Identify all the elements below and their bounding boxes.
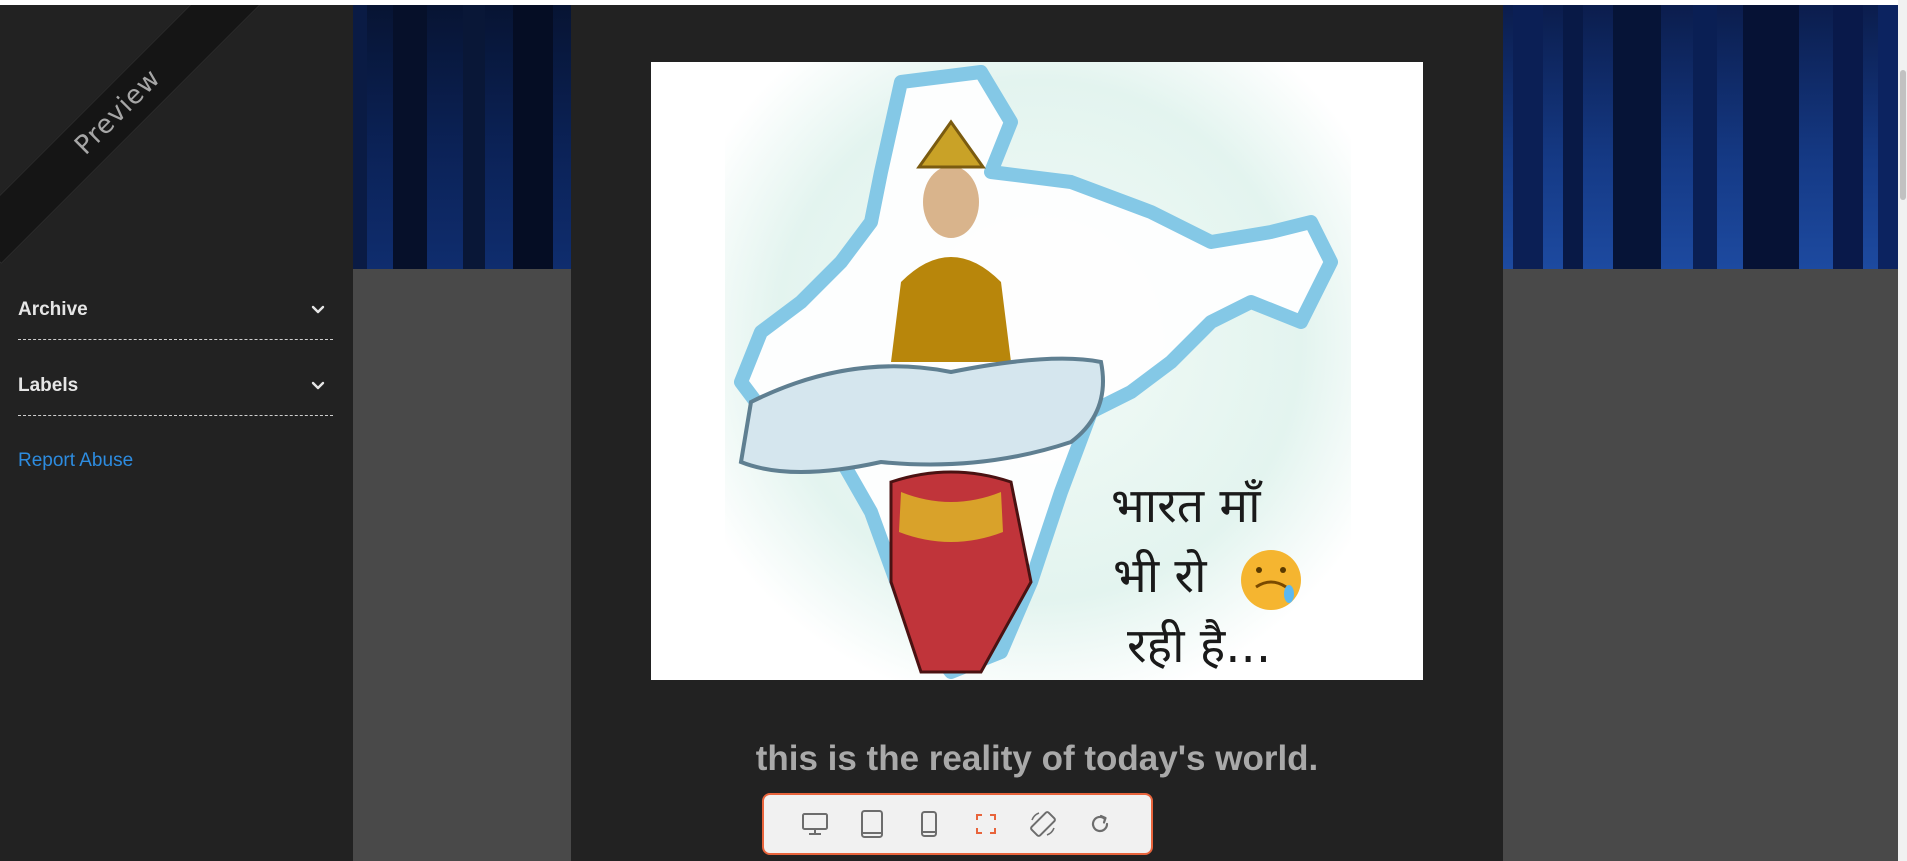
image-text-line3: रही है...: [1127, 618, 1271, 674]
preview-ribbon: Preview: [0, 5, 271, 265]
header-forest-right: [1503, 5, 1898, 269]
archive-widget-label: Archive: [18, 298, 88, 320]
preview-ribbon-label: Preview: [69, 63, 167, 161]
blog-preview-frame: Preview Archive Labels Report Abuse भारत…: [0, 5, 1898, 861]
mobile-icon: [920, 811, 937, 837]
rotate-button[interactable]: [1025, 806, 1061, 842]
desktop-icon: [801, 813, 828, 835]
image-text-line1: भारत माँ: [1111, 478, 1264, 534]
mobile-view-button[interactable]: [911, 806, 947, 842]
fullscreen-button[interactable]: [968, 806, 1004, 842]
preview-device-toolbar: [762, 793, 1153, 855]
chevron-down-icon[interactable]: [309, 377, 327, 395]
post-image[interactable]: भारत माँ भी रो रही है...: [651, 62, 1423, 680]
labels-widget[interactable]: Labels: [18, 356, 333, 416]
post-container: भारत माँ भी रो रही है... this is the rea…: [571, 5, 1503, 861]
archive-widget[interactable]: Archive: [18, 280, 333, 340]
image-text-line2: भी रो: [1113, 548, 1208, 604]
refresh-icon: [1092, 814, 1109, 833]
report-abuse-link[interactable]: Report Abuse: [18, 450, 133, 472]
refresh-button[interactable]: [1082, 806, 1118, 842]
fullscreen-icon: [976, 814, 997, 834]
header-forest-left: [353, 5, 571, 269]
sidebar: Preview Archive Labels Report Abuse: [0, 5, 353, 861]
bharat-mata-illustration: भारत माँ भी रो रही है...: [725, 62, 1351, 680]
rotate-icon: [1030, 811, 1057, 837]
desktop-view-button[interactable]: [797, 806, 833, 842]
page-scrollbar-thumb[interactable]: [1900, 70, 1906, 200]
post-caption: this is the reality of today's world.: [755, 739, 1319, 778]
chevron-down-icon[interactable]: [309, 301, 327, 319]
labels-widget-label: Labels: [18, 374, 79, 396]
tablet-icon: [860, 810, 883, 838]
tablet-view-button[interactable]: [854, 806, 890, 842]
